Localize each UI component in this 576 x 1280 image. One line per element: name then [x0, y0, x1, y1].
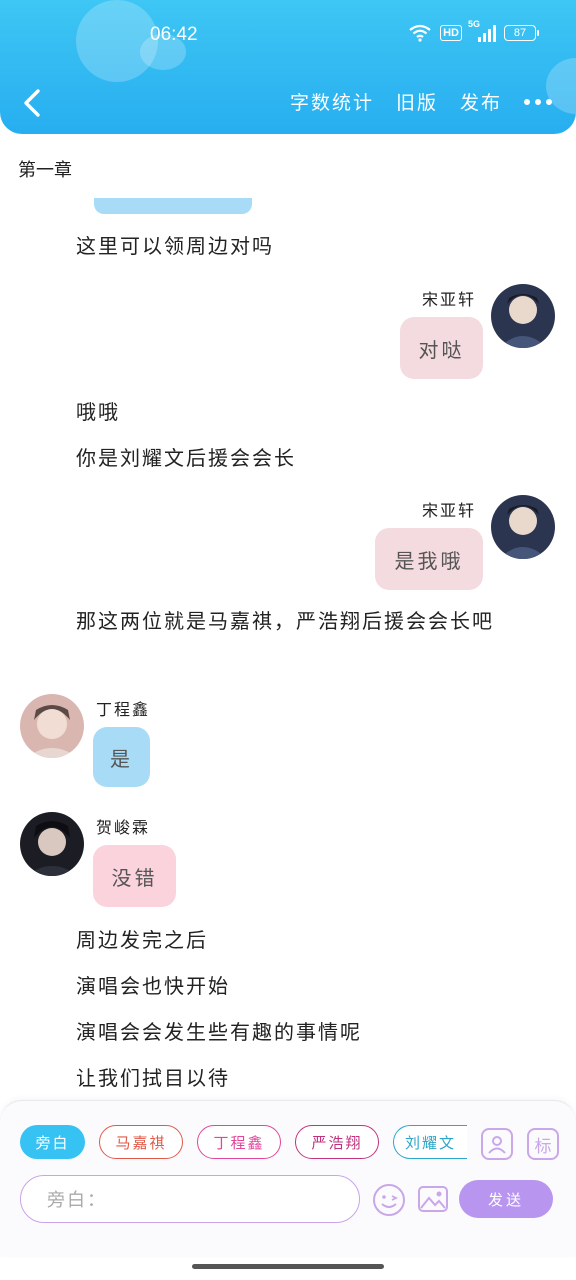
- narration-line: 你是刘耀文后援会会长: [76, 446, 296, 470]
- message-bubble-partial: [94, 198, 252, 214]
- message-bubble[interactable]: 是: [93, 727, 150, 787]
- message-input[interactable]: 旁白：: [20, 1175, 360, 1223]
- image-icon[interactable]: [417, 1183, 449, 1215]
- person-icon[interactable]: [481, 1128, 513, 1160]
- chip-role[interactable]: 严浩翔: [295, 1125, 379, 1159]
- speaker-name: 宋亚轩: [422, 290, 477, 309]
- chapter-title: 第一章: [18, 160, 72, 181]
- speaker-name: 宋亚轩: [422, 501, 477, 520]
- role-chips: 旁白 马嘉祺 丁程鑫 严浩翔 刘耀文: [20, 1125, 467, 1159]
- nav-actions: 字数统计 旧版 发布: [290, 88, 552, 115]
- chip-narrator[interactable]: 旁白: [20, 1125, 85, 1159]
- hd-badge: HD: [440, 25, 462, 41]
- send-button[interactable]: 发送: [459, 1180, 553, 1218]
- narration-line: 演唱会也快开始: [76, 974, 230, 998]
- emoji-icon[interactable]: [372, 1183, 406, 1217]
- avatar[interactable]: [20, 812, 84, 876]
- battery-icon: 87: [504, 25, 539, 41]
- wifi-icon: [409, 24, 431, 42]
- more-icon[interactable]: [524, 98, 552, 105]
- signal-icon: 5G: [468, 19, 496, 42]
- home-indicator[interactable]: [192, 1264, 384, 1269]
- narration-line: 周边发完之后: [76, 928, 208, 952]
- chip-role[interactable]: 马嘉祺: [99, 1125, 183, 1159]
- speaker-name: 丁程鑫: [96, 700, 151, 719]
- narration-line: 这里可以领周边对吗: [76, 234, 274, 258]
- message-bubble[interactable]: 对哒: [400, 317, 483, 379]
- narration-line: 那这两位就是马嘉祺，严浩翔后援会会长吧: [76, 609, 494, 633]
- speaker-name: 贺峻霖: [96, 818, 151, 837]
- status-icons: HD 5G 87: [408, 19, 539, 42]
- app-header: 06:42 HD 5G 87 字数统计 旧版 发布: [0, 0, 576, 134]
- word-count-button[interactable]: 字数统计: [290, 88, 374, 115]
- status-time: 06:42: [150, 24, 198, 45]
- tag-button[interactable]: 标: [527, 1128, 559, 1160]
- back-button[interactable]: [20, 88, 46, 118]
- publish-button[interactable]: 发布: [460, 88, 502, 115]
- narration-line: 演唱会会发生些有趣的事情呢: [76, 1020, 362, 1044]
- avatar[interactable]: [20, 694, 84, 758]
- input-panel: 旁白 马嘉祺 丁程鑫 严浩翔 刘耀文 标 旁白： 发送: [0, 1100, 576, 1257]
- chip-role[interactable]: 丁程鑫: [197, 1125, 281, 1159]
- chip-role[interactable]: 刘耀文: [393, 1125, 467, 1159]
- old-version-button[interactable]: 旧版: [396, 88, 438, 115]
- network-type: 5G: [468, 19, 481, 29]
- message-bubble[interactable]: 没错: [93, 845, 176, 907]
- chevron-left-icon: [24, 89, 40, 117]
- avatar[interactable]: [491, 495, 555, 559]
- battery-level: 87: [513, 27, 527, 39]
- avatar[interactable]: [491, 284, 555, 348]
- narration-line: 哦哦: [76, 400, 120, 424]
- narration-line: 让我们拭目以待: [76, 1066, 230, 1090]
- message-bubble[interactable]: 是我哦: [375, 528, 483, 590]
